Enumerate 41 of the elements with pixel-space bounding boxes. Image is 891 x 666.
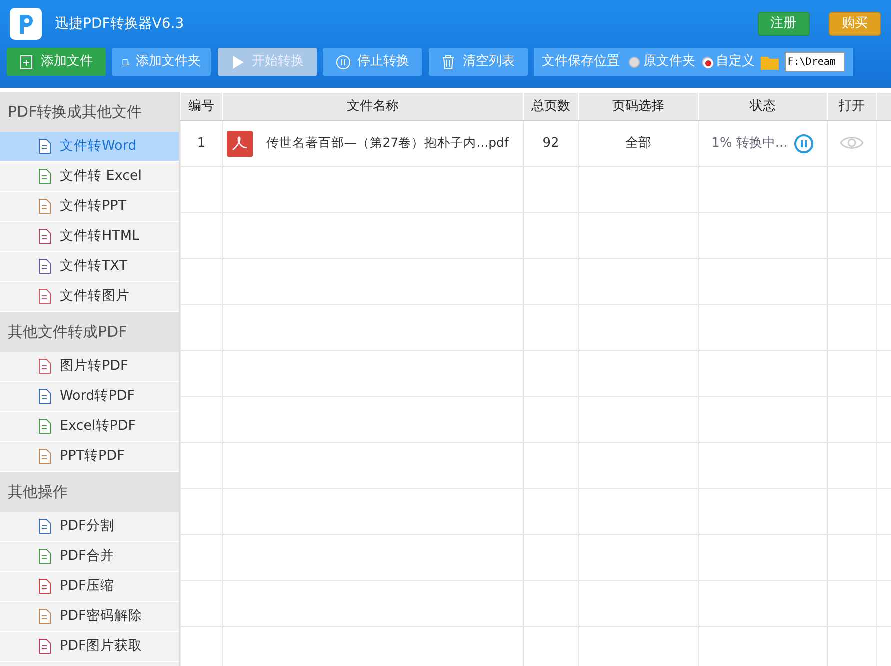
file-plus-icon bbox=[19, 54, 35, 70]
column-header: 页码选择 bbox=[578, 92, 698, 120]
sidebar-section-title: 其他文件转成PDF bbox=[0, 312, 179, 352]
sidebar-item[interactable]: 文件转HTML bbox=[0, 222, 179, 252]
sidebar-item[interactable]: Word转PDF bbox=[0, 382, 179, 412]
sidebar-item[interactable]: 文件转TXT bbox=[0, 252, 179, 282]
play-icon bbox=[230, 54, 246, 70]
status-text: 1% 转换中... bbox=[712, 134, 788, 153]
save-location-label: 文件保存位置 bbox=[542, 53, 620, 72]
file-name: 传世名著百部—（第27卷）抱朴子内...pdf bbox=[266, 134, 509, 152]
sidebar-item[interactable]: Excel转PDF bbox=[0, 412, 179, 442]
pdf-file-icon bbox=[227, 130, 254, 156]
sidebar-item[interactable]: PDF合并 bbox=[0, 542, 179, 572]
header-background bbox=[876, 92, 891, 120]
folder-icon bbox=[760, 54, 779, 70]
sidebar-section-title: 其他操作 bbox=[0, 472, 179, 512]
column-header: 编号 bbox=[180, 92, 222, 120]
trash-icon bbox=[441, 54, 457, 70]
sidebar-item[interactable]: PDF压缩 bbox=[0, 572, 179, 602]
logo-icon bbox=[10, 8, 42, 40]
pause-icon bbox=[336, 54, 352, 70]
sidebar-section-title: PDF转换成其他文件 bbox=[0, 92, 179, 132]
column-header: 打开 bbox=[828, 92, 876, 120]
column-header: 文件名称 bbox=[222, 92, 524, 120]
column-header: 总页数 bbox=[524, 92, 578, 120]
radio-button[interactable] bbox=[629, 56, 640, 68]
eye-icon[interactable] bbox=[840, 135, 864, 152]
path-field[interactable]: F:\Dream bbox=[784, 52, 845, 72]
sidebar-item[interactable]: PDF密码解除 bbox=[0, 602, 179, 632]
table-cell: 92 bbox=[524, 120, 578, 166]
sidebar-item[interactable]: PDF图片获取 bbox=[0, 632, 179, 662]
sidebar-item[interactable]: 文件转 Excel bbox=[0, 162, 179, 192]
column-header: 状态 bbox=[698, 92, 828, 120]
pause-icon[interactable] bbox=[794, 134, 814, 154]
sidebar-item[interactable]: 文件转PPT bbox=[0, 192, 179, 222]
table-cell: 1 bbox=[180, 120, 222, 166]
sidebar-item[interactable]: 图片转PDF bbox=[0, 352, 179, 382]
radio-button[interactable] bbox=[702, 56, 712, 68]
table-cell: 全部 bbox=[578, 120, 698, 166]
sidebar-item[interactable]: PDF分割 bbox=[0, 512, 179, 542]
window-title: 迅捷PDF转换器V6.3 bbox=[55, 14, 186, 34]
